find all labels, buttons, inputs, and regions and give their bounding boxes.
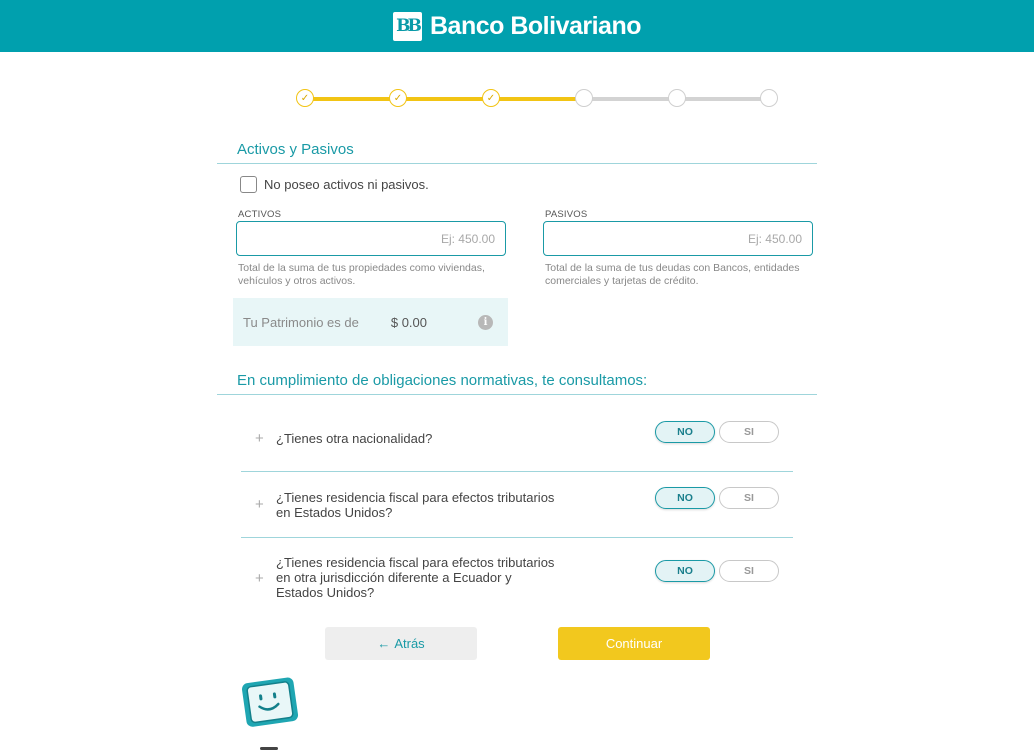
question-separator [241,471,793,472]
bank-name: Banco Bolivariano [430,11,642,40]
bank-logo: BB Banco Bolivariano [393,11,642,41]
question-separator [241,537,793,538]
question-text: ¿Tienes residencia fiscal para efectos t… [276,490,555,520]
progress-stepper: ✓ ✓ ✓ [296,89,778,109]
expand-plus-icon[interactable]: + [255,570,264,587]
assets-section-divider [217,163,817,164]
step-2-check-icon: ✓ [389,89,407,107]
expand-plus-icon[interactable]: + [255,430,264,447]
answer-no-button[interactable]: NO [655,421,715,443]
step-5-dot [668,89,686,107]
question-other-tax-jurisdiction: + ¿Tienes residencia fiscal para efectos… [241,555,793,603]
patrimonio-summary: Tu Patrimonio es de $ 0.00 i [233,298,508,346]
question-us-tax-residence: + ¿Tienes residencia fiscal para efectos… [241,486,793,526]
question-other-nationality: + ¿Tienes otra nacionalidad? NO SI [241,420,793,460]
patrimonio-value: $ 0.00 [390,314,428,330]
compliance-section-divider [217,394,817,395]
step-1-check-icon: ✓ [296,89,314,107]
step-4-dot [575,89,593,107]
answer-yes-button[interactable]: SI [719,560,779,582]
continue-button[interactable]: Continuar [558,627,710,660]
activos-label: ACTIVOS [238,209,282,220]
back-button[interactable]: ← Atrás [325,627,477,660]
chat-assistant-icon[interactable] [240,674,302,753]
stepper-progress-done [305,97,584,101]
answer-no-button[interactable]: NO [655,560,715,582]
expand-plus-icon[interactable]: + [255,496,264,513]
answer-yes-button[interactable]: SI [719,487,779,509]
question-text: ¿Tienes otra nacionalidad? [276,431,433,446]
pasivos-label: PASIVOS [545,209,588,220]
back-button-label: Atrás [394,636,425,651]
compliance-section-title: En cumplimiento de obligaciones normativ… [237,372,648,389]
no-assets-checkbox[interactable] [240,176,257,193]
no-assets-option[interactable]: No poseo activos ni pasivos. [240,176,429,193]
answer-no-button[interactable]: NO [655,487,715,509]
info-icon[interactable]: i [478,314,493,330]
assets-section-title: Activos y Pasivos [237,141,354,158]
step-3-check-icon: ✓ [482,89,500,107]
question-text: ¿Tienes residencia fiscal para efectos t… [276,555,555,600]
step-6-dot [760,89,778,107]
answer-yes-button[interactable]: SI [719,421,779,443]
top-header: BB Banco Bolivariano [0,0,1034,52]
bank-logo-icon: BB [393,11,422,41]
pasivos-help-text: Total de la suma de tus deudas con Banco… [545,262,800,287]
activos-input[interactable] [236,221,506,256]
pasivos-input[interactable] [543,221,813,256]
activos-help-text: Total de la suma de tus propiedades como… [238,262,485,287]
no-assets-checkbox-label: No poseo activos ni pasivos. [264,177,429,192]
arrow-left-icon: ← [377,636,391,651]
patrimonio-label: Tu Patrimonio es de [243,314,359,330]
